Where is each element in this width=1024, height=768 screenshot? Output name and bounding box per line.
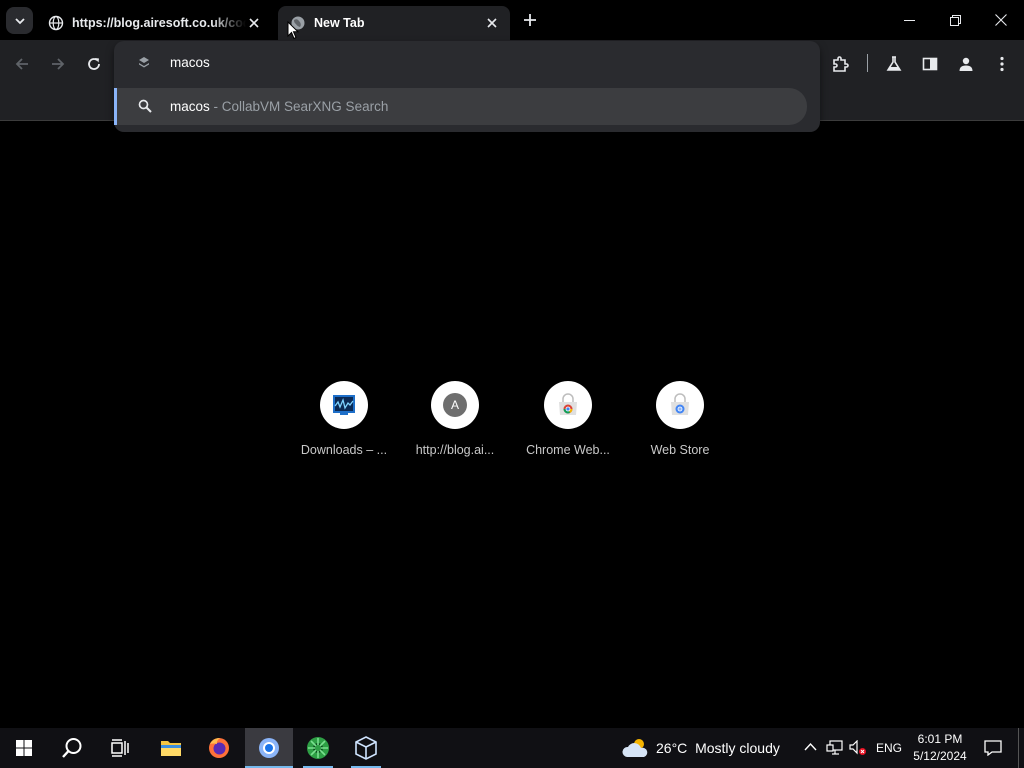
letter-a-icon: A xyxy=(443,393,467,417)
shortcut-tile[interactable]: Chrome Web... xyxy=(518,381,618,457)
tab-close-button[interactable] xyxy=(484,15,500,31)
forward-button[interactable] xyxy=(47,53,69,75)
profile-button[interactable] xyxy=(955,53,977,75)
cloudy-weather-icon xyxy=(622,739,648,757)
start-button[interactable] xyxy=(0,728,48,768)
shortcut-label: Downloads – ... xyxy=(300,443,388,457)
arrow-left-icon xyxy=(15,58,28,70)
system-clock[interactable]: 6:01 PM 5/12/2024 xyxy=(905,731,975,765)
chevron-down-icon xyxy=(14,17,25,24)
minimize-button[interactable] xyxy=(886,0,932,40)
reload-icon xyxy=(88,58,100,70)
clock-time: 6:01 PM xyxy=(917,732,963,746)
omnibox-suggestion[interactable]: macos - CollabVM SearXNG Search xyxy=(114,88,807,125)
shortcut-label: Web Store xyxy=(650,443,710,457)
firefox-button[interactable] xyxy=(196,728,242,768)
shortcut-tile[interactable]: Downloads – ... xyxy=(294,381,394,457)
puzzle-icon xyxy=(833,56,849,72)
search-icon xyxy=(138,99,152,113)
arrow-right-icon xyxy=(52,58,65,70)
shortcut-label: Chrome Web... xyxy=(526,443,610,457)
show-desktop-button[interactable] xyxy=(1018,728,1024,768)
minimize-icon xyxy=(903,19,915,21)
close-window-button[interactable] xyxy=(978,0,1024,40)
close-icon xyxy=(995,14,1007,26)
chrome-icon xyxy=(259,738,279,758)
network-icon[interactable] xyxy=(826,740,843,756)
cube-icon xyxy=(355,736,377,760)
suggestion-separator: - xyxy=(209,99,222,114)
labs-button[interactable] xyxy=(883,53,905,75)
omnibox-popup: macos macos - CollabVM SearXNG Search xyxy=(114,41,820,132)
reload-button[interactable] xyxy=(83,53,105,75)
green-gear-app-icon xyxy=(307,737,329,759)
tab-close-button[interactable] xyxy=(246,15,262,31)
extensions-button[interactable] xyxy=(829,53,851,75)
suggestion-query: macos xyxy=(170,99,210,114)
tab-title: https://blog.airesoft.co.uk/code/ xyxy=(72,16,246,30)
weather-condition: Mostly cloudy xyxy=(695,740,780,756)
file-explorer-button[interactable] xyxy=(148,728,194,768)
restore-button[interactable] xyxy=(932,0,978,40)
windows-logo-icon xyxy=(16,740,32,756)
plus-icon xyxy=(524,14,536,26)
mouse-cursor-icon xyxy=(287,21,299,40)
shortcut-label: http://blog.ai... xyxy=(415,443,495,457)
side-panel-button[interactable] xyxy=(919,53,941,75)
notification-icon xyxy=(984,740,1002,756)
shortcut-icon-circle xyxy=(320,381,368,429)
chrome-button[interactable] xyxy=(245,728,293,768)
virtualbox-button[interactable] xyxy=(343,728,389,768)
chrome-web-store-icon xyxy=(559,393,577,415)
suggestion-text: macos - CollabVM SearXNG Search xyxy=(170,99,388,114)
back-button[interactable] xyxy=(11,53,33,75)
clock-date: 5/12/2024 xyxy=(913,749,967,763)
search-icon xyxy=(62,738,82,758)
search-button[interactable] xyxy=(48,728,96,768)
more-vert-icon xyxy=(1000,56,1004,72)
app-green-button[interactable] xyxy=(295,728,341,768)
shortcut-icon-circle xyxy=(544,381,592,429)
language-indicator[interactable]: ENG xyxy=(876,741,902,755)
firefox-icon xyxy=(209,738,229,758)
chrome-web-store-icon xyxy=(671,393,689,415)
windows-taskbar: 26°C Mostly cloudy ENG 6:01 PM 5/12/2024 xyxy=(0,728,1024,768)
tab-strip: https://blog.airesoft.co.uk/code/ New Ta… xyxy=(0,0,1024,40)
shortcut-tile[interactable]: A http://blog.ai... xyxy=(405,381,505,457)
folder-icon xyxy=(161,741,181,756)
shortcut-tile[interactable]: Web Store xyxy=(630,381,730,457)
monitor-chart-icon xyxy=(333,395,355,415)
tab-new-tab[interactable]: New Tab xyxy=(278,6,510,40)
globe-icon xyxy=(48,15,64,31)
task-view-icon xyxy=(111,739,129,757)
search-engine-icon xyxy=(139,57,149,68)
tab-search-button[interactable] xyxy=(6,7,33,34)
task-view-button[interactable] xyxy=(96,728,144,768)
weather-temp: 26°C xyxy=(656,740,688,756)
address-bar-input[interactable]: macos xyxy=(170,55,210,70)
shortcut-letter: A xyxy=(450,398,459,412)
suggestion-engine: CollabVM SearXNG Search xyxy=(221,99,389,114)
weather-widget[interactable]: 26°C Mostly cloudy xyxy=(656,740,780,756)
toolbar-separator xyxy=(867,54,868,72)
side-panel-icon xyxy=(922,57,938,71)
person-icon xyxy=(959,57,973,71)
shortcut-icon-circle: A xyxy=(431,381,479,429)
new-tab-button[interactable] xyxy=(520,10,540,30)
close-icon xyxy=(487,18,497,28)
tab-blog[interactable]: https://blog.airesoft.co.uk/code/ xyxy=(36,6,272,40)
notification-center-button[interactable] xyxy=(978,728,1008,768)
speaker-muted-icon[interactable] xyxy=(849,740,867,756)
shortcut-icon-circle xyxy=(656,381,704,429)
chevron-up-icon[interactable] xyxy=(804,742,817,752)
tab-title: New Tab xyxy=(314,16,365,30)
menu-button[interactable] xyxy=(991,53,1013,75)
close-icon xyxy=(249,18,259,28)
flask-icon xyxy=(886,56,902,71)
restore-icon xyxy=(949,14,961,26)
